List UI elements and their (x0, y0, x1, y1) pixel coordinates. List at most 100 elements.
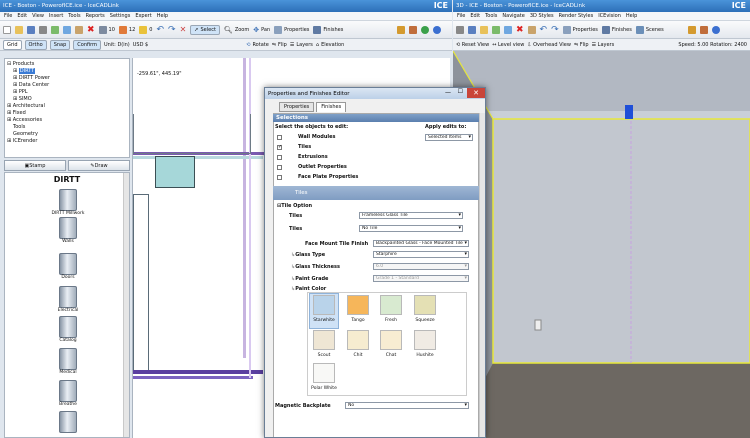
paste-icon[interactable] (75, 25, 83, 34)
library-item[interactable]: Breathe (45, 380, 91, 407)
menu-expert[interactable]: Expert (135, 13, 151, 19)
library-item[interactable]: Walls (45, 217, 91, 244)
confirm-toggle[interactable]: Confirm (73, 39, 101, 50)
menu-edit[interactable]: Edit (17, 13, 27, 19)
tree-item[interactable]: ⊞ PPL (7, 89, 127, 96)
rotate-button[interactable]: ⟲ Rotate (246, 42, 269, 48)
object-checkbox[interactable] (277, 174, 282, 180)
tree-item[interactable]: ⊞ SIMO (7, 96, 127, 103)
tile-secondary-select[interactable]: No Tile (359, 225, 463, 232)
face-mount-finish-select[interactable]: Backpainted Glass - Face Mounted Tile (373, 240, 469, 247)
elevation-button[interactable]: ⌂ Elevation (316, 42, 344, 48)
menu-navigate[interactable]: Navigate (502, 13, 524, 19)
tree-item[interactable]: Geometry (7, 131, 127, 138)
glass-type-select[interactable]: Starphire (373, 251, 469, 258)
object-checkbox[interactable] (277, 134, 282, 140)
menu-reports[interactable]: Reports (86, 13, 105, 19)
object-checkbox[interactable] (277, 164, 282, 170)
object-row[interactable]: Wall Modules (277, 134, 336, 140)
play-icon[interactable] (421, 25, 430, 34)
menu-settings[interactable]: Settings (110, 13, 131, 19)
delete-icon[interactable]: ✖ (87, 25, 95, 35)
library-item[interactable] (45, 411, 91, 433)
erase-icon[interactable]: ✕ (180, 25, 187, 34)
object-row[interactable]: Extrusions (277, 154, 328, 160)
close-icon[interactable]: ✕ (467, 88, 485, 98)
glass-thickness-select[interactable]: 6.0 (373, 263, 469, 270)
menu-icevision[interactable]: ICEvision (598, 13, 621, 19)
maximize-icon[interactable]: ☐ (458, 88, 463, 95)
new-icon[interactable] (3, 25, 11, 34)
menu-render-styles[interactable]: Render Styles (559, 13, 594, 19)
select-tool[interactable]: ➚ Select (190, 24, 220, 35)
open-icon[interactable] (480, 25, 488, 34)
finishes-button-3d[interactable]: Finishes (601, 25, 632, 34)
reset-view-button[interactable]: ⟲ Reset View (456, 42, 489, 48)
tree-item[interactable]: ⊞ Fixed (7, 110, 127, 117)
object-checkbox[interactable] (277, 154, 282, 160)
library-item[interactable]: Medical (45, 348, 91, 375)
properties-button-3d[interactable]: Properties (562, 25, 598, 34)
tree-item[interactable]: ⊞ Accessories (7, 117, 127, 124)
export-icon[interactable] (409, 25, 418, 34)
grid-toggle[interactable]: Grid (3, 39, 22, 50)
help-icon[interactable] (433, 25, 442, 34)
menu-tools[interactable]: Tools (485, 13, 497, 19)
color-swatch[interactable] (347, 330, 369, 350)
color-swatch[interactable] (380, 295, 402, 315)
apply-edits-select[interactable]: Selected Items (425, 134, 473, 141)
render-icon[interactable] (687, 25, 696, 34)
scenes-button[interactable]: Scenes (635, 25, 664, 34)
tab-finishes[interactable]: Finishes (316, 102, 347, 112)
color-swatch[interactable] (380, 330, 402, 350)
finishes-button[interactable]: Finishes (313, 25, 343, 34)
object-row[interactable]: ✓ Tiles (277, 144, 311, 150)
magnetic-backplate-select[interactable]: No (345, 402, 469, 409)
unit-label[interactable]: Unit: D(in) (104, 42, 130, 48)
tab-properties[interactable]: Properties (279, 102, 315, 112)
menu-file[interactable]: File (457, 13, 465, 19)
layers-button[interactable]: ☰ Layers (290, 42, 313, 48)
menu-file[interactable]: File (4, 13, 12, 19)
draw-button[interactable]: ✎ Draw (68, 160, 130, 171)
copy-icon[interactable] (504, 25, 512, 34)
undo-icon[interactable]: ↶ (540, 25, 548, 35)
minimize-icon[interactable]: — (445, 89, 451, 96)
undo-icon[interactable]: ↶ (156, 25, 164, 35)
flip-button[interactable]: ⇋ Flip (272, 42, 287, 48)
save-icon[interactable] (468, 25, 476, 34)
color-swatch[interactable] (313, 363, 335, 383)
zoom-tool[interactable]: 🔍︎ Zoom (224, 26, 249, 34)
tree-item[interactable]: ⊟ Products (7, 61, 127, 68)
tree-item[interactable]: ⊞ Architectural (7, 103, 127, 110)
object-row[interactable]: Face Plate Properties (277, 174, 358, 180)
render-icon[interactable] (397, 25, 406, 34)
currency-label[interactable]: USD $ (133, 42, 148, 48)
camera-icon[interactable] (456, 25, 464, 34)
tree-item[interactable]: ⊞ ICErender (7, 138, 127, 145)
color-swatch[interactable] (313, 330, 335, 350)
menu-insert[interactable]: Insert (49, 13, 63, 19)
menu-3d-styles[interactable]: 3D Styles (530, 13, 554, 19)
tree-item[interactable]: ⊞ DIRTT Power (7, 75, 127, 82)
cut-icon[interactable] (492, 25, 500, 34)
library-item[interactable]: Catalog (45, 316, 91, 343)
library-scrollbar[interactable] (123, 173, 129, 437)
color-swatch[interactable] (347, 295, 369, 315)
open-icon[interactable] (15, 25, 23, 34)
menu-edit[interactable]: Edit (470, 13, 480, 19)
stamp-button[interactable]: ▣ Stamp (4, 160, 66, 171)
delete-icon[interactable]: ✖ (516, 25, 524, 35)
save-icon[interactable] (27, 25, 35, 34)
help-icon[interactable] (711, 25, 720, 34)
object-row[interactable]: Outlet Properties (277, 164, 347, 170)
tree-item[interactable]: ⊞ Data Center (7, 82, 127, 89)
copy-icon[interactable] (63, 25, 71, 34)
tile-type-select[interactable]: Frameless Glass Tile (359, 212, 463, 219)
paint-grade-select[interactable]: Grade 1 - Standard (373, 275, 469, 282)
overhead-view-button[interactable]: ⇩ Overhead View (527, 42, 571, 48)
color-swatch[interactable] (313, 295, 335, 315)
library-item[interactable]: Doors (45, 253, 91, 280)
object-checkbox[interactable]: ✓ (277, 144, 282, 150)
level-view-button[interactable]: ↔ Level view (492, 42, 524, 48)
